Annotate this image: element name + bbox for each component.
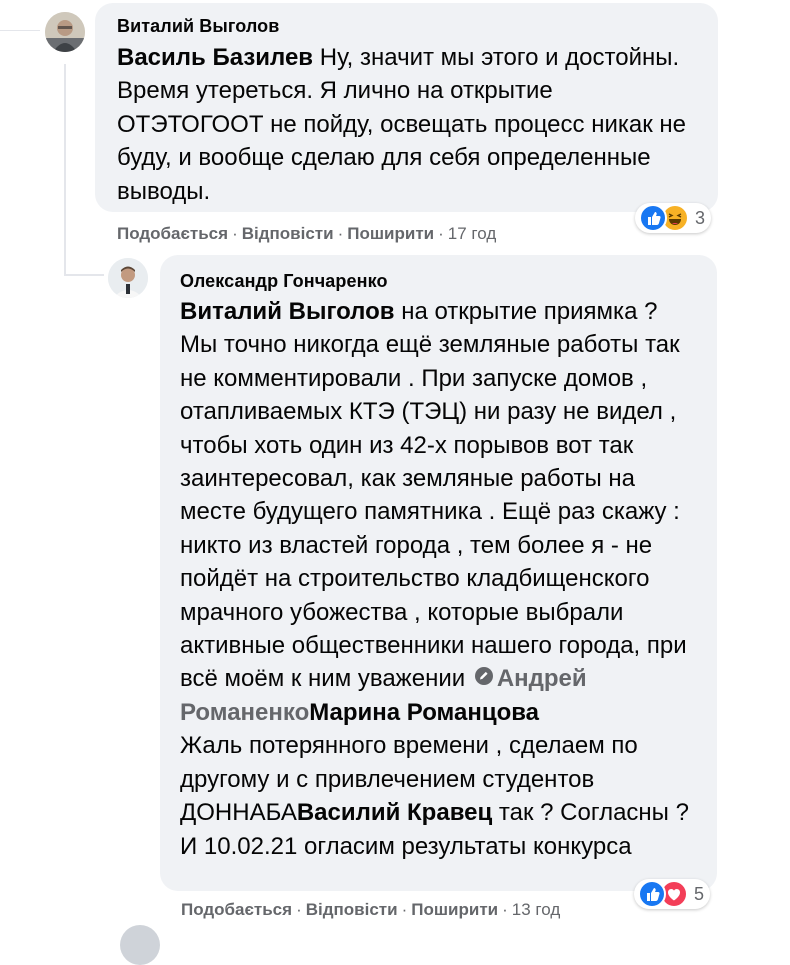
separator: · (502, 900, 508, 919)
pencil-icon (474, 667, 493, 686)
separator: · (337, 224, 344, 243)
comment-body-text: на открытие приямка ? Мы точно никогда е… (180, 298, 687, 693)
separator: · (438, 224, 444, 243)
thread-line (64, 64, 66, 274)
comment-bubble: Виталий Выголов Василь Базилев Ну, значи… (95, 3, 718, 212)
share-button[interactable]: Поширити (347, 224, 434, 243)
avatar[interactable] (45, 12, 85, 52)
avatar[interactable] (120, 925, 160, 965)
like-icon (639, 204, 667, 232)
comment-actions: Подобається · Відповісти · Поширити · 13 год (181, 900, 560, 920)
like-button[interactable]: Подобається (181, 900, 292, 919)
like-icon (638, 880, 666, 908)
reaction-count: 3 (695, 207, 706, 228)
timestamp[interactable]: 17 год (448, 224, 496, 243)
reply-button[interactable]: Відповісти (242, 224, 334, 243)
mention-link[interactable]: Василь Базилев (117, 44, 313, 71)
comment-author[interactable]: Виталий Выголов (117, 16, 698, 37)
share-button[interactable]: Поширити (411, 900, 498, 919)
mention-link[interactable]: Василий Кравец (297, 799, 492, 826)
reaction-summary[interactable]: 5 (634, 879, 710, 909)
reaction-count: 5 (694, 883, 705, 904)
comment-bubble: Олександр Гончаренко Виталий Выголов на … (160, 255, 717, 891)
thread-line (0, 30, 40, 31)
separator: · (401, 900, 408, 919)
like-button[interactable]: Подобається (117, 224, 228, 243)
thread-line (64, 274, 104, 276)
mention-link[interactable]: Виталий Выголов (180, 298, 395, 325)
avatar[interactable] (108, 258, 148, 298)
comment-text: Виталий Выголов на открытие приямка ? Мы… (180, 295, 699, 863)
separator: · (232, 224, 238, 243)
comment-text: Василь Базилев Ну, значит мы этого и дос… (117, 41, 698, 208)
comment-actions: Подобається · Відповісти · Поширити · 17 год (117, 224, 496, 244)
reply-button[interactable]: Відповісти (306, 900, 398, 919)
comment-author[interactable]: Олександр Гончаренко (180, 271, 699, 292)
mention-link[interactable]: Марина Романцова (309, 699, 539, 726)
reaction-summary[interactable]: 3 (635, 203, 711, 233)
timestamp[interactable]: 13 год (512, 900, 560, 919)
separator: · (296, 900, 302, 919)
